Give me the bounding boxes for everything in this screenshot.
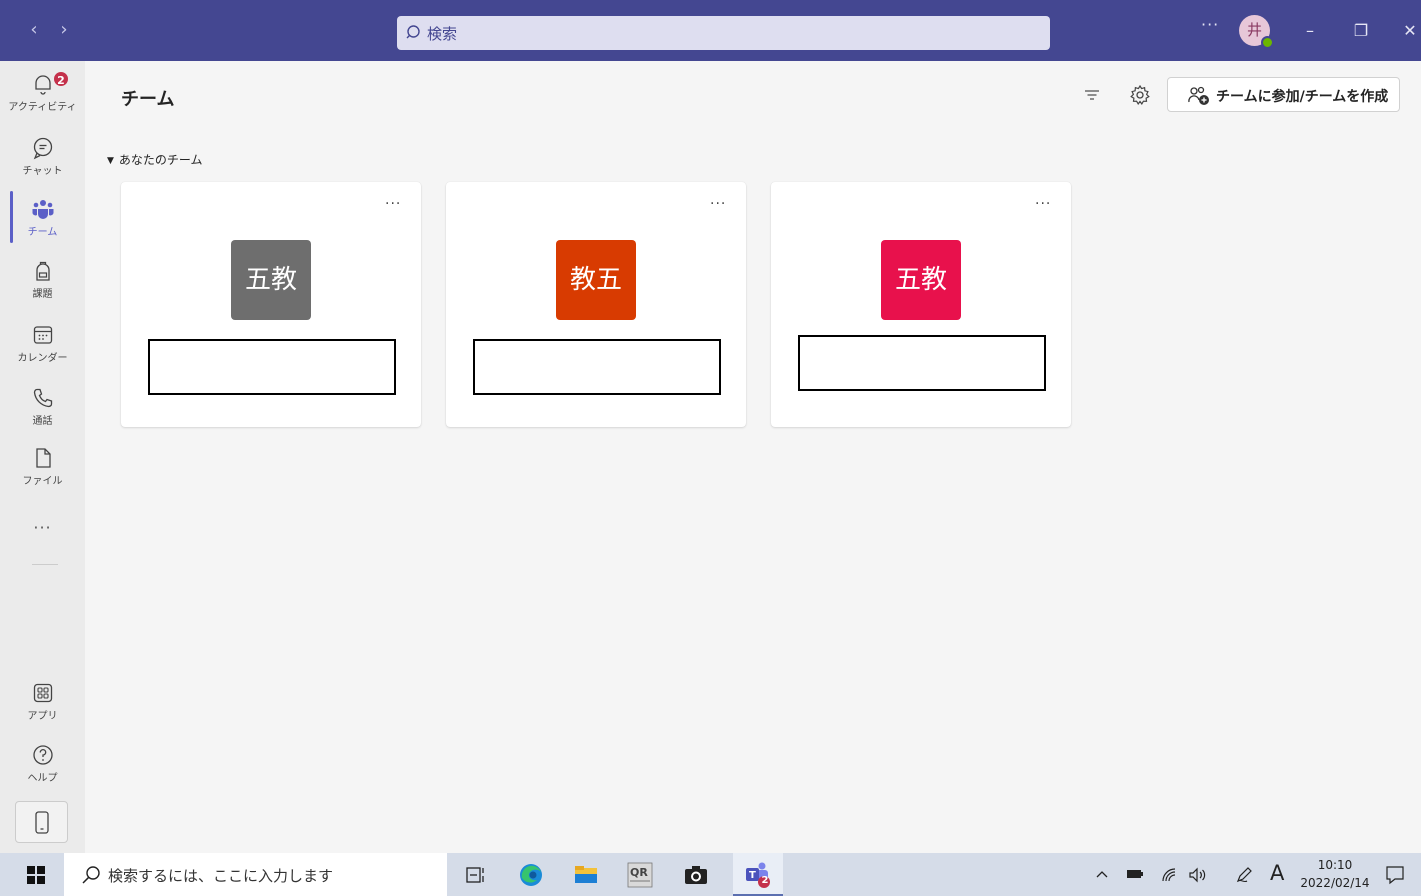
search-icon [406,25,420,39]
clock-date: 2022/02/14 [1300,876,1370,890]
card-more-options-icon[interactable]: ··· [1035,196,1051,212]
app-rail: 2 アクティビティ チャット チーム 課題 カレンダー 通話 ファイル ··· … [0,61,85,853]
avatar[interactable]: 井 [1239,15,1274,49]
team-card[interactable]: ··· 五教 [121,182,421,427]
clock[interactable]: 10:10 2022/02/14 [1300,856,1370,892]
backpack-icon [36,261,50,281]
task-view-icon[interactable] [462,861,490,889]
apps-icon [33,683,53,703]
team-name-box [148,339,396,395]
taskbar-search-input[interactable]: 検索するには、ここに入力します [64,853,447,896]
rail-label: チーム [27,227,58,238]
close-button[interactable]: ✕ [1399,20,1421,42]
gear-icon[interactable] [1129,84,1151,106]
main-content: チーム チームに参加/チームを作成 ▼ あなたのチーム ··· 五教 ··· 教五 [85,61,1421,853]
activity-badge: 2 [52,70,70,88]
camera-icon[interactable] [682,861,710,889]
team-avatar-tile: 五教 [231,240,311,320]
search-input[interactable]: 検索 [397,16,1050,50]
windows-start-icon[interactable] [27,866,45,884]
team-name-box [798,335,1046,391]
team-avatar-tile: 五教 [881,240,961,320]
file-icon [36,448,51,468]
svg-text:T: T [749,870,756,881]
rail-item-help[interactable]: ヘルプ [0,743,85,803]
more-options-icon[interactable]: ··· [1201,15,1219,34]
title-bar: ‹ › 検索 ··· 井 – ❐ ✕ [0,0,1421,61]
wifi-icon[interactable] [1160,866,1178,884]
rail-label: アクティビティ [8,102,77,113]
rail-item-files[interactable]: ファイル [0,446,85,506]
teams-icon [32,200,54,219]
page-title: チーム [121,89,175,110]
team-name-box [473,339,721,395]
battery-icon[interactable] [1126,868,1144,880]
search-icon [82,866,100,884]
calendar-icon [33,326,53,344]
phone-icon [33,388,53,408]
section-header-your-teams[interactable]: ▼ あなたのチーム [107,151,203,168]
search-placeholder: 検索 [427,25,458,43]
rail-item-chat[interactable]: チャット [0,136,85,196]
file-explorer-icon[interactable] [572,861,600,889]
taskbar-teams-button[interactable]: T 2 [733,853,783,896]
rail-label: 課題 [32,289,53,300]
notification-icon[interactable] [1384,864,1406,886]
card-more-options-icon[interactable]: ··· [710,196,726,212]
minimize-button[interactable]: – [1299,20,1321,42]
chat-icon [33,137,53,160]
rail-item-teams[interactable]: チーム [0,197,85,257]
rail-label: アプリ [27,711,58,722]
rail-item-apps[interactable]: アプリ [0,681,85,741]
back-arrow-icon[interactable]: ‹ [24,20,44,40]
rail-label: ファイル [22,476,63,487]
ime-indicator[interactable]: A [1270,861,1284,885]
rail-label: ヘルプ [27,773,58,784]
presence-available-icon [1261,36,1274,49]
maximize-button[interactable]: ❐ [1350,20,1372,42]
rail-label: 通話 [32,416,53,427]
taskbar-search-placeholder: 検索するには、ここに入力します [108,867,334,885]
teams-taskbar-badge: 2 [761,875,769,886]
rail-label: カレンダー [17,353,68,364]
rail-item-calls[interactable]: 通話 [0,386,85,446]
join-button-label: チームに参加/チームを作成 [1216,89,1389,105]
help-icon [33,745,53,765]
filter-icon[interactable] [1083,86,1101,104]
team-avatar-tile: 教五 [556,240,636,320]
forward-arrow-icon[interactable]: › [54,20,74,40]
team-card[interactable]: ··· 教五 [446,182,746,427]
chevron-up-icon[interactable] [1095,868,1109,880]
section-label: あなたのチーム [118,153,203,167]
mobile-device-button[interactable] [15,801,68,843]
speaker-icon[interactable] [1188,866,1208,884]
card-more-options-icon[interactable]: ··· [385,196,401,212]
qr-reader-app-icon[interactable]: QR [626,861,654,889]
more-apps-icon[interactable]: ··· [0,518,85,537]
rail-item-activity[interactable]: 2 アクティビティ [0,70,85,132]
rail-item-assignments[interactable]: 課題 [0,259,85,319]
team-card[interactable]: ··· 五教 [771,182,1071,427]
join-or-create-team-button[interactable]: チームに参加/チームを作成 [1167,77,1400,112]
rail-divider [32,564,58,565]
clock-time: 10:10 [1317,858,1353,872]
mobile-phone-icon [35,811,49,834]
rail-label: チャット [22,166,63,177]
rail-item-calendar[interactable]: カレンダー [0,323,85,383]
pen-icon[interactable] [1235,866,1253,884]
avatar-initial: 井 [1246,21,1262,39]
edge-browser-icon[interactable] [517,861,545,889]
svg-text:QR: QR [630,866,648,879]
caret-down-icon: ▼ [107,156,114,166]
taskbar: 検索するには、ここに入力します QR T 2 A 10:10 2022/02/1… [0,853,1421,896]
people-add-icon [1188,86,1209,105]
